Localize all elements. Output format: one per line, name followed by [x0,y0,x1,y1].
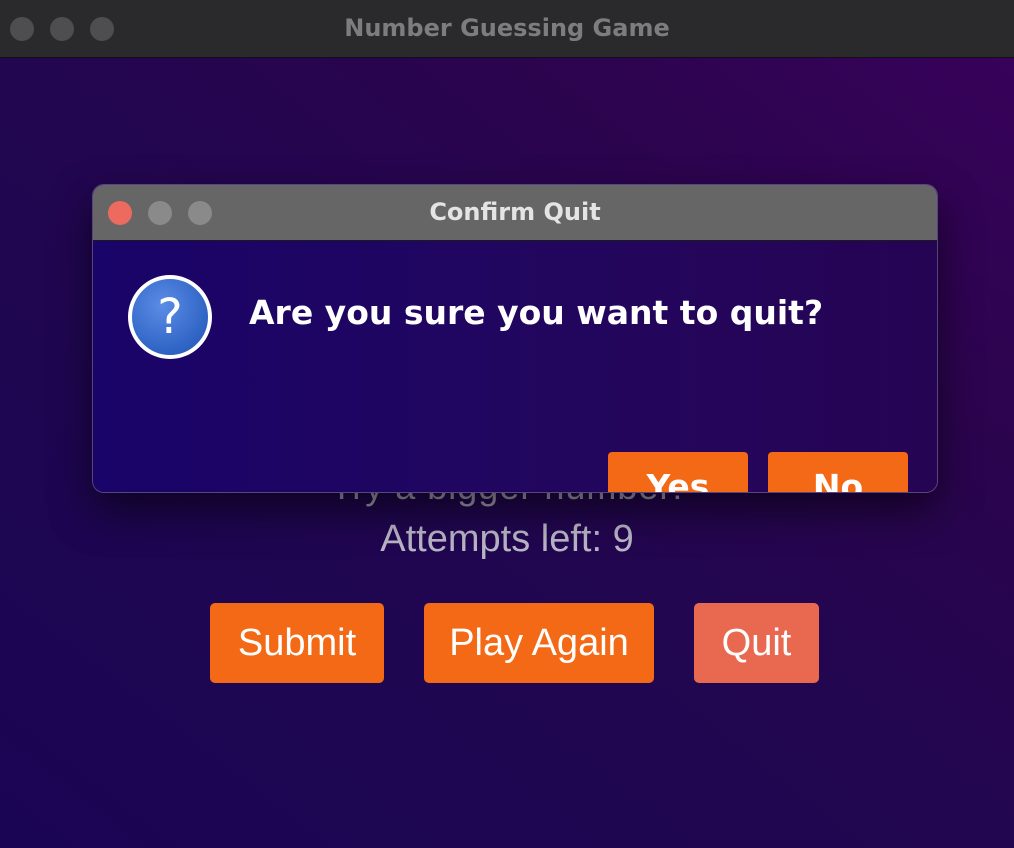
dialog-title: Confirm Quit [429,198,601,226]
main-window: Number Guessing Game Try a bigger number… [0,0,1014,848]
attempts-left-label: Attempts left: 9 [380,518,634,560]
no-button[interactable]: No [768,452,908,492]
main-titlebar: Number Guessing Game [0,0,1014,58]
play-again-button[interactable]: Play Again [424,603,654,683]
window-title: Number Guessing Game [344,14,670,42]
dialog-message: Are you sure you want to quit? [249,293,824,332]
dialog-body: ? Are you sure you want to quit? Yes No [93,241,937,492]
confirm-quit-dialog: Confirm Quit ? Are you sure you want to … [92,184,938,493]
yes-button[interactable]: Yes [608,452,748,492]
dialog-titlebar: Confirm Quit [93,185,937,241]
submit-button[interactable]: Submit [210,603,384,683]
question-icon: ? [128,275,212,359]
quit-button[interactable]: Quit [694,603,819,683]
